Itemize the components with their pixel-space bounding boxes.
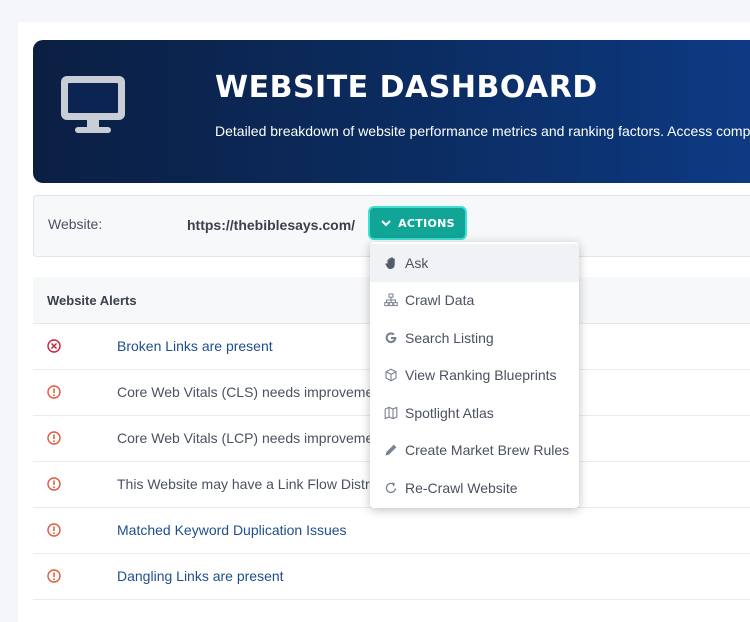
actions-label: ACTIONS <box>398 216 455 230</box>
chevron-down-icon <box>381 220 391 227</box>
actions-button[interactable]: ACTIONS <box>370 208 465 238</box>
page-subtitle: Detailed breakdown of website performanc… <box>215 123 750 139</box>
actions-dropdown-menu: Ask Crawl Data Search Listing View Ranki… <box>370 242 579 508</box>
google-icon <box>385 332 397 343</box>
menu-item-label: Ask <box>405 254 429 271</box>
alert-row: Dangling Links are present <box>33 554 750 600</box>
hand-icon <box>385 256 395 269</box>
website-url: https://thebiblesays.com/ <box>187 217 356 233</box>
alert-text: Core Web Vitals (CLS) needs improvement <box>117 384 385 400</box>
error-circle-icon <box>47 339 61 353</box>
menu-item-label: Crawl Data <box>405 292 475 309</box>
page-title: WEBSITE DASHBOARD <box>215 70 598 105</box>
sitemap-icon <box>384 293 398 307</box>
warning-circle-icon <box>47 523 61 537</box>
alert-link[interactable]: Broken Links are present <box>117 338 273 354</box>
map-icon <box>384 406 398 419</box>
alert-text: Core Web Vitals (LCP) needs improvement <box>117 430 385 446</box>
pencil-icon <box>385 444 397 456</box>
warning-circle-icon <box>47 431 61 445</box>
cube-icon <box>385 368 397 382</box>
monitor-icon <box>61 76 125 133</box>
menu-item-search-listing[interactable]: Search Listing <box>370 319 579 357</box>
warning-circle-icon <box>47 477 61 491</box>
menu-item-ask[interactable]: Ask <box>370 244 579 282</box>
menu-item-label: Create Market Brew Rules <box>405 442 570 459</box>
warning-circle-icon <box>47 385 61 399</box>
menu-item-label: Re-Crawl Website <box>405 479 518 496</box>
menu-item-label: Spotlight Atlas <box>405 404 494 421</box>
menu-item-re-crawl-website[interactable]: Re-Crawl Website <box>370 469 579 507</box>
dashboard-header: WEBSITE DASHBOARD Detailed breakdown of … <box>33 40 750 183</box>
menu-item-crawl-data[interactable]: Crawl Data <box>370 282 579 320</box>
warning-circle-icon <box>47 569 61 583</box>
website-label: Website: <box>48 216 103 232</box>
alert-link[interactable]: Matched Keyword Duplication Issues <box>117 522 347 538</box>
alert-link[interactable]: Dangling Links are present <box>117 568 284 584</box>
redo-icon <box>385 481 397 493</box>
menu-item-create-market-brew-rules[interactable]: Create Market Brew Rules <box>370 432 579 470</box>
alert-row: Matched Keyword Duplication Issues <box>33 508 750 554</box>
menu-item-label: View Ranking Blueprints <box>405 367 557 384</box>
menu-item-view-ranking-blueprints[interactable]: View Ranking Blueprints <box>370 357 579 395</box>
menu-item-label: Search Listing <box>405 329 494 346</box>
menu-item-spotlight-atlas[interactable]: Spotlight Atlas <box>370 394 579 432</box>
